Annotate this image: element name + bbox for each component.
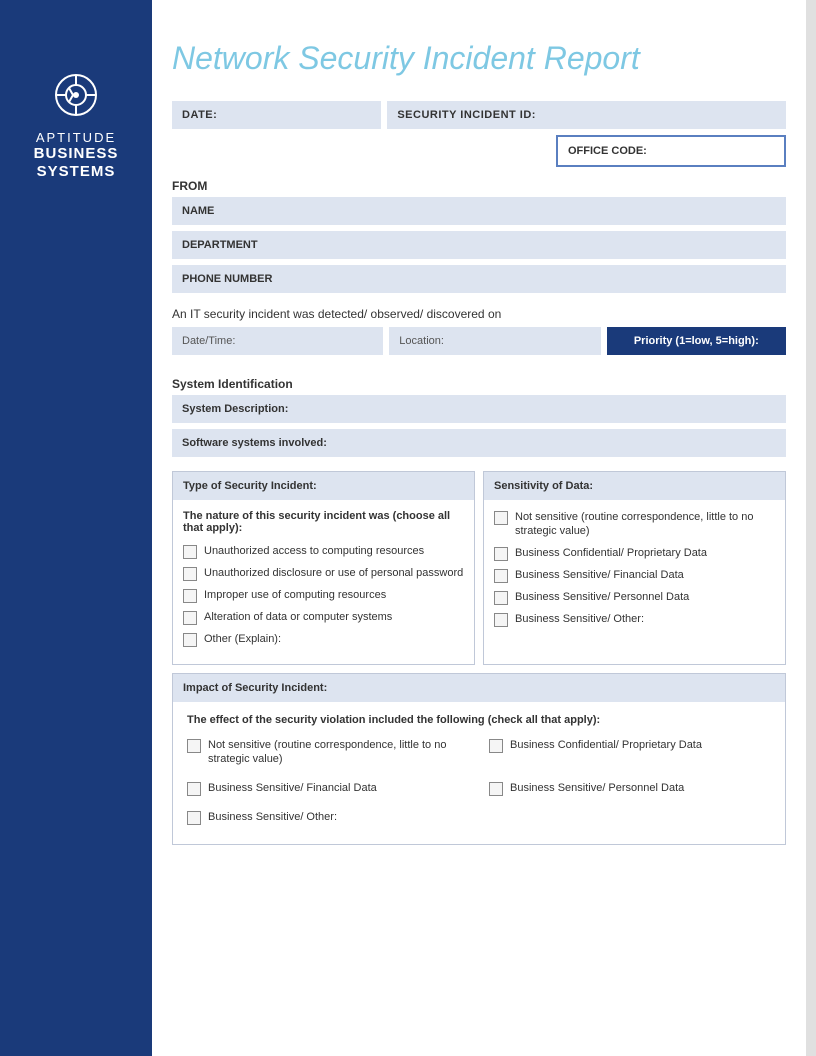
from-label: FROM	[172, 173, 786, 197]
sensitivity-panel-header: Sensitivity of Data:	[484, 472, 785, 500]
sens-item-2: Business Sensitive/ Financial Data	[494, 568, 775, 583]
type-label-4: Other (Explain):	[204, 632, 281, 646]
impact-label-2: Business Sensitive/ Financial Data	[208, 781, 377, 795]
sensitivity-panel-body: Not sensitive (routine correspondence, l…	[484, 500, 785, 644]
impact-label-1: Business Confidential/ Proprietary Data	[510, 738, 702, 752]
impact-label-4: Business Sensitive/ Other:	[208, 810, 337, 824]
impact-checkbox-1[interactable]	[489, 739, 503, 753]
date-incident-row: DATE: SECURITY INCIDENT ID:	[172, 101, 786, 129]
sens-item-0: Not sensitive (routine correspondence, l…	[494, 510, 775, 539]
impact-checkbox-2[interactable]	[187, 782, 201, 796]
type-item-4: Other (Explain):	[183, 632, 464, 647]
sensitivity-panel: Sensitivity of Data: Not sensitive (rout…	[483, 471, 786, 665]
type-checkbox-2[interactable]	[183, 589, 197, 603]
impact-label-0: Not sensitive (routine correspondence, l…	[208, 738, 469, 767]
type-panel-body: The nature of this security incident was…	[173, 500, 474, 664]
office-code-row: OFFICE CODE:	[172, 135, 786, 167]
brand-name-top: APTITUDE	[36, 130, 116, 145]
system-description-field[interactable]: System Description:	[172, 395, 786, 423]
impact-item-4: Business Sensitive/ Other:	[187, 810, 469, 825]
office-code-label: OFFICE CODE:	[556, 135, 786, 167]
sens-checkbox-1[interactable]	[494, 547, 508, 561]
sens-label-4: Business Sensitive/ Other:	[515, 612, 644, 626]
phone-field: PHONE NUMBER	[172, 265, 786, 293]
location-field[interactable]: Location:	[389, 327, 600, 355]
type-checkbox-3[interactable]	[183, 611, 197, 625]
sens-checkbox-3[interactable]	[494, 591, 508, 605]
type-label-1: Unauthorized disclosure or use of person…	[204, 566, 463, 580]
type-panel-subtext: The nature of this security incident was…	[183, 510, 464, 534]
type-panel: Type of Security Incident: The nature of…	[172, 471, 475, 665]
date-label: DATE:	[172, 101, 381, 129]
sens-checkbox-2[interactable]	[494, 569, 508, 583]
impact-checkbox-4[interactable]	[187, 811, 201, 825]
page-title: Network Security Incident Report	[172, 40, 786, 77]
impact-item-0: Not sensitive (routine correspondence, l…	[187, 738, 469, 767]
impact-subtext: The effect of the security violation inc…	[187, 714, 771, 726]
impact-section: Impact of Security Incident: The effect …	[172, 673, 786, 845]
brand-name-bottom: BUSINESS SYSTEMS	[34, 145, 119, 181]
type-sensitivity-panels: Type of Security Incident: The nature of…	[172, 471, 786, 665]
sidebar: APTITUDE BUSINESS SYSTEMS	[0, 0, 152, 1056]
priority-field[interactable]: Priority (1=low, 5=high):	[607, 327, 786, 355]
type-label-3: Alteration of data or computer systems	[204, 610, 392, 624]
impact-checkbox-3[interactable]	[489, 782, 503, 796]
type-label-0: Unauthorized access to computing resourc…	[204, 544, 424, 558]
dlp-row: Date/Time: Location: Priority (1=low, 5=…	[172, 327, 786, 355]
type-panel-header: Type of Security Incident:	[173, 472, 474, 500]
impact-label-3: Business Sensitive/ Personnel Data	[510, 781, 684, 795]
type-label-2: Improper use of computing resources	[204, 588, 386, 602]
sens-label-3: Business Sensitive/ Personnel Data	[515, 590, 689, 604]
scrollbar[interactable]	[806, 0, 816, 1056]
type-item-0: Unauthorized access to computing resourc…	[183, 544, 464, 559]
date-time-field[interactable]: Date/Time:	[172, 327, 383, 355]
impact-item-1: Business Confidential/ Proprietary Data	[489, 738, 771, 767]
impact-item-3: Business Sensitive/ Personnel Data	[489, 781, 771, 796]
sens-checkbox-4[interactable]	[494, 613, 508, 627]
incident-id-label: SECURITY INCIDENT ID:	[387, 101, 786, 129]
aptitude-icon	[51, 70, 101, 120]
type-checkbox-0[interactable]	[183, 545, 197, 559]
type-item-1: Unauthorized disclosure or use of person…	[183, 566, 464, 581]
type-checkbox-1[interactable]	[183, 567, 197, 581]
impact-body: The effect of the security violation inc…	[173, 702, 785, 844]
sens-checkbox-0[interactable]	[494, 511, 508, 525]
name-field: NAME	[172, 197, 786, 225]
system-identification-heading: System Identification	[172, 371, 786, 395]
sens-label-2: Business Sensitive/ Financial Data	[515, 568, 684, 582]
sens-label-0: Not sensitive (routine correspondence, l…	[515, 510, 775, 539]
detected-text: An IT security incident was detected/ ob…	[172, 299, 786, 327]
type-item-2: Improper use of computing resources	[183, 588, 464, 603]
impact-header: Impact of Security Incident:	[173, 674, 785, 702]
impact-grid: Not sensitive (routine correspondence, l…	[187, 738, 771, 832]
sens-item-1: Business Confidential/ Proprietary Data	[494, 546, 775, 561]
department-field: DEPARTMENT	[172, 231, 786, 259]
software-systems-field[interactable]: Software systems involved:	[172, 429, 786, 457]
type-item-3: Alteration of data or computer systems	[183, 610, 464, 625]
sens-label-1: Business Confidential/ Proprietary Data	[515, 546, 707, 560]
main-content: Network Security Incident Report DATE: S…	[152, 0, 806, 893]
impact-item-2: Business Sensitive/ Financial Data	[187, 781, 469, 796]
sens-item-4: Business Sensitive/ Other:	[494, 612, 775, 627]
impact-checkbox-0[interactable]	[187, 739, 201, 753]
sens-item-3: Business Sensitive/ Personnel Data	[494, 590, 775, 605]
type-checkbox-4[interactable]	[183, 633, 197, 647]
